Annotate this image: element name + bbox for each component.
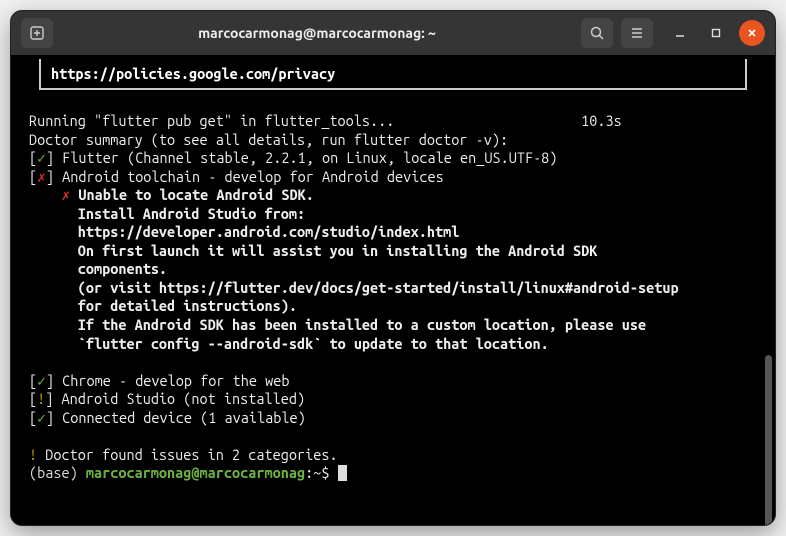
terminal-body[interactable]: https://policies.google.com/privacy Runn… (11, 55, 775, 525)
window-title: marcocarmonag@marcocarmonag: ~ (61, 25, 573, 41)
android-studio-line: [!] Android Studio (not installed) (29, 390, 305, 407)
hamburger-icon (629, 25, 645, 41)
flutter-line: [✓] Flutter (Channel stable, 2.2.1, on L… (29, 149, 557, 166)
minimize-icon (674, 27, 686, 39)
new-tab-button[interactable] (21, 18, 53, 48)
menu-button[interactable] (621, 18, 653, 48)
maximize-button[interactable] (703, 20, 729, 46)
doctor-summary: Doctor summary (to see all details, run … (29, 131, 508, 148)
url-text: https://policies.google.com/privacy (51, 65, 335, 82)
maximize-icon (710, 27, 722, 39)
search-icon (589, 25, 605, 41)
titlebar: marcocarmonag@marcocarmonag: ~ (11, 11, 775, 55)
scrollbar[interactable] (765, 355, 772, 526)
running-line: Running "flutter pub get" in flutter_too… (29, 112, 622, 129)
android-toolchain-line: [✗] Android toolchain - develop for Andr… (29, 168, 444, 185)
search-button[interactable] (581, 18, 613, 48)
new-tab-icon (29, 25, 45, 41)
terminal-output: Running "flutter pub get" in flutter_too… (29, 112, 757, 483)
prompt-line[interactable]: (base) marcocarmonag@marcocarmonag:~$ (29, 464, 347, 481)
chrome-line: [✓] Chrome - develop for the web (29, 372, 289, 389)
close-button[interactable] (739, 20, 765, 46)
minimize-button[interactable] (667, 20, 693, 46)
connected-line: [✓] Connected device (1 available) (29, 409, 306, 426)
url-box: https://policies.google.com/privacy (39, 59, 747, 90)
error-block: ✗ Unable to locate Android SDK. Install … (29, 186, 679, 351)
close-icon (746, 27, 758, 39)
issues-line: ! Doctor found issues in 2 categories. (29, 446, 338, 463)
cursor (338, 465, 347, 481)
window-controls (667, 20, 765, 46)
terminal-window: marcocarmonag@marcocarmonag: ~ https://p… (10, 10, 776, 526)
